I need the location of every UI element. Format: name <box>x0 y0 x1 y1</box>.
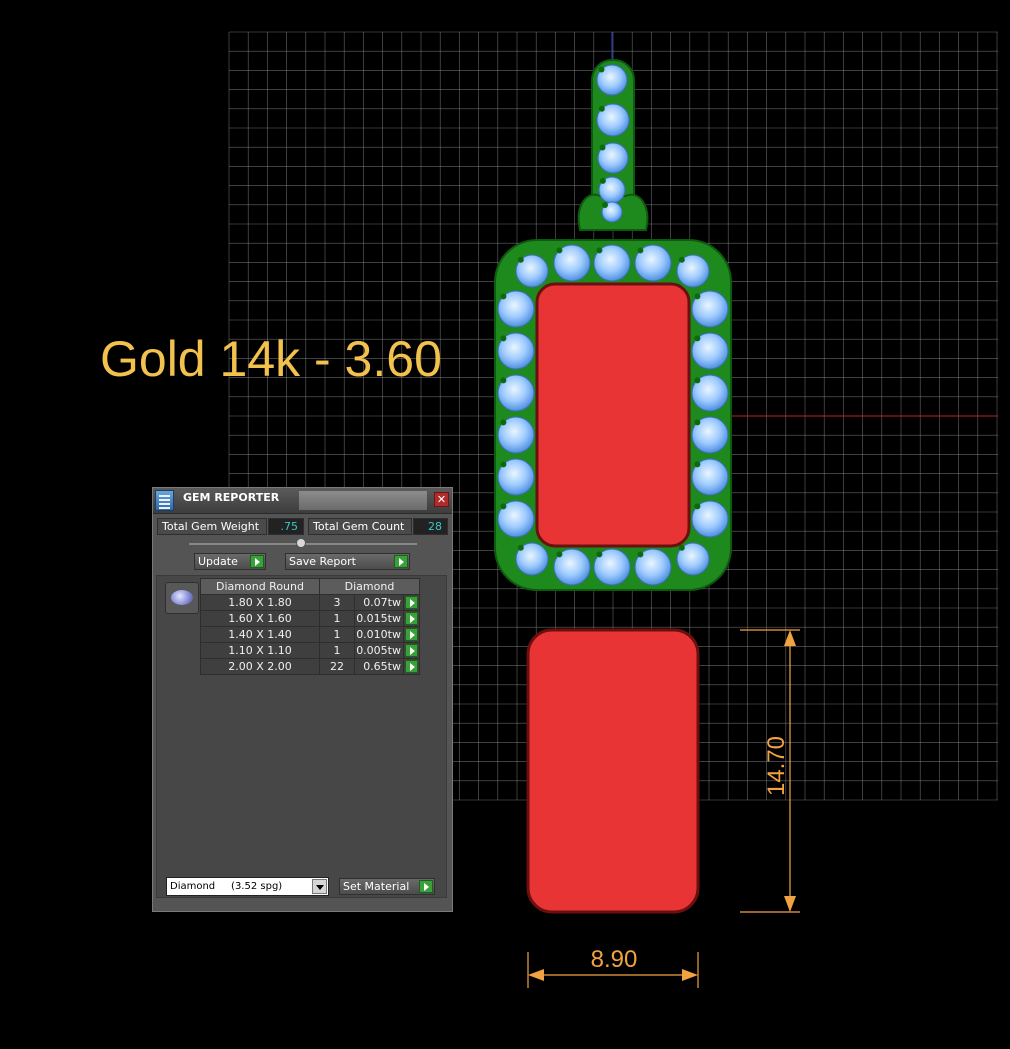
gem-weight: 0.015tw <box>354 610 404 627</box>
table-row: 1.40 X 1.40 1 0.010tw <box>200 626 420 643</box>
center-stone[interactable] <box>535 282 691 548</box>
gem-table: Diamond Round Diamond 1.80 X 1.80 3 0.07… <box>200 578 420 675</box>
gem-reporter-app-icon <box>155 490 174 511</box>
round-gem-icon[interactable] <box>165 582 199 614</box>
row-go-button[interactable] <box>403 594 420 611</box>
prong <box>556 247 563 254</box>
gem-reporter-body: Total Gem Weight .75 Total Gem Count 28 … <box>154 515 451 910</box>
prong <box>694 293 701 300</box>
metal-weight-caption: Gold 14k - 3.60 <box>100 331 442 387</box>
gem-count: 22 <box>319 658 355 675</box>
gem-count: 1 <box>319 642 355 659</box>
column-header-shape: Diamond Round <box>200 578 320 595</box>
play-arrow-icon <box>405 644 418 657</box>
prong <box>500 377 507 384</box>
gem-count: 1 <box>319 626 355 643</box>
gem-reporter-window[interactable]: GEM REPORTER ✕ Total Gem Weight .75 Tota… <box>152 487 453 912</box>
gem-count: 1 <box>319 610 355 627</box>
prong <box>694 419 701 426</box>
prong <box>694 503 701 510</box>
table-row: 1.10 X 1.10 1 0.005tw <box>200 642 420 659</box>
prong <box>596 551 603 558</box>
center-stone-reference[interactable] <box>526 628 700 914</box>
prong <box>694 461 701 468</box>
gem-weight: 0.010tw <box>354 626 404 643</box>
titlebar-drag-area[interactable] <box>299 491 427 510</box>
gem-size: 1.40 X 1.40 <box>200 626 320 643</box>
close-button[interactable]: ✕ <box>434 492 449 507</box>
play-arrow-icon <box>394 555 408 568</box>
table-row: 1.60 X 1.60 1 0.015tw <box>200 610 420 627</box>
window-titlebar[interactable]: GEM REPORTER ✕ <box>153 488 452 514</box>
gem-size: 1.10 X 1.10 <box>200 642 320 659</box>
prong <box>500 419 507 426</box>
gem-weight: 0.07tw <box>354 594 404 611</box>
prong <box>556 551 563 558</box>
gem-weight: 0.005tw <box>354 642 404 659</box>
prong <box>596 247 603 254</box>
prong <box>694 335 701 342</box>
prong <box>599 144 606 151</box>
prong <box>517 256 524 263</box>
set-material-button[interactable]: Set Material <box>339 878 435 895</box>
prong <box>599 177 606 184</box>
prong <box>678 256 685 263</box>
column-header-material: Diamond <box>319 578 420 595</box>
gem-weight: 0.65tw <box>354 658 404 675</box>
material-select[interactable]: Diamond (3.52 spg) <box>166 877 329 896</box>
row-go-button[interactable] <box>403 626 420 643</box>
play-arrow-icon <box>250 555 264 568</box>
material-select-value: Diamond (3.52 spg) <box>170 881 283 892</box>
window-title: GEM REPORTER <box>183 491 280 504</box>
gem-size: 1.80 X 1.80 <box>200 594 320 611</box>
slider-knob[interactable] <box>296 538 306 548</box>
play-arrow-icon <box>405 596 418 609</box>
play-arrow-icon <box>405 612 418 625</box>
prong <box>598 66 605 73</box>
gem-size: 1.60 X 1.60 <box>200 610 320 627</box>
row-go-button[interactable] <box>403 658 420 675</box>
total-gem-weight-value: .75 <box>268 518 304 535</box>
prong <box>678 544 685 551</box>
total-gem-count-value: 28 <box>413 518 448 535</box>
gem-count: 3 <box>319 594 355 611</box>
table-row: 2.00 X 2.00 22 0.65tw <box>200 658 420 675</box>
set-material-button-label: Set Material <box>343 880 410 893</box>
save-report-button-label: Save Report <box>289 555 356 568</box>
prong <box>500 293 507 300</box>
prong <box>637 247 644 254</box>
prong <box>500 461 507 468</box>
gem-size: 2.00 X 2.00 <box>200 658 320 675</box>
update-button[interactable]: Update <box>194 553 266 570</box>
dimension-height-label: 14.70 <box>763 735 790 797</box>
play-arrow-icon <box>405 628 418 641</box>
dimension-width-label: 8.90 <box>590 946 638 973</box>
prong <box>500 503 507 510</box>
play-arrow-icon <box>419 880 433 893</box>
update-button-label: Update <box>198 555 238 568</box>
save-report-button[interactable]: Save Report <box>285 553 410 570</box>
prong <box>694 377 701 384</box>
chevron-down-icon[interactable] <box>312 879 327 894</box>
table-row: 1.80 X 1.80 3 0.07tw <box>200 594 420 611</box>
row-go-button[interactable] <box>403 642 420 659</box>
gem-table-panel: Diamond Round Diamond 1.80 X 1.80 3 0.07… <box>156 575 447 898</box>
play-arrow-icon <box>405 660 418 673</box>
prong <box>517 544 524 551</box>
prong <box>500 335 507 342</box>
total-gem-count-label: Total Gem Count <box>308 518 412 535</box>
prong <box>598 105 605 112</box>
row-go-button[interactable] <box>403 610 420 627</box>
prong <box>602 202 608 208</box>
prong <box>637 551 644 558</box>
total-gem-weight-label: Total Gem Weight <box>157 518 267 535</box>
